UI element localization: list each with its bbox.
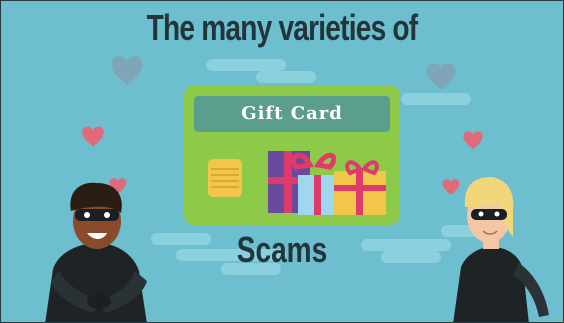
masked-thief-icon (45, 177, 549, 322)
scene: The many varieties of Gift Card Scams (0, 0, 564, 323)
